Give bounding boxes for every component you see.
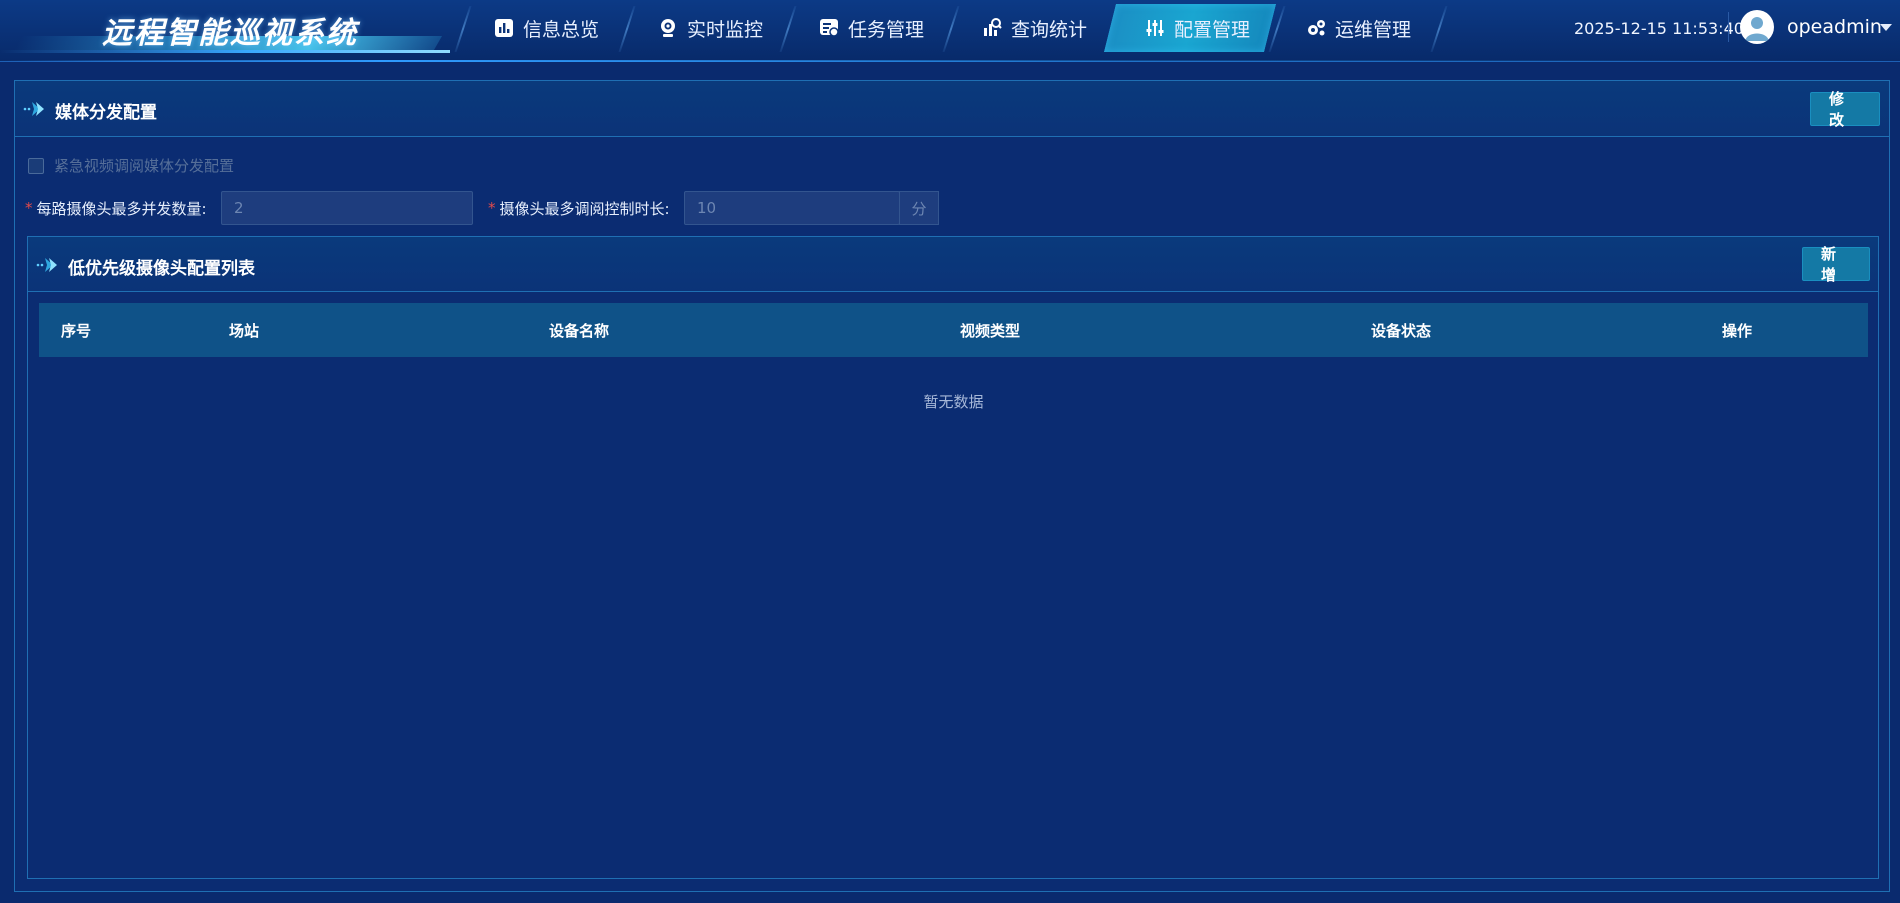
nav-divider — [779, 6, 797, 52]
gears-icon — [1308, 20, 1325, 36]
max-concurrent-row: * 每路摄像头最多并发数量: — [25, 191, 207, 225]
nav-item-label: 任务管理 — [848, 18, 925, 41]
nav-item-label: 配置管理 — [1174, 18, 1251, 41]
arrow-right-icon — [23, 102, 44, 116]
nav-divider — [942, 6, 960, 52]
column-header-video-type: 视频类型 — [960, 322, 1021, 340]
nav-item-label: 实时监控 — [687, 18, 764, 41]
stats-icon — [984, 18, 1002, 36]
checkbox-label: 紧急视频调阅媒体分发配置 — [54, 157, 235, 175]
sub-panel-title: 低优先级摄像头配置列表 — [68, 259, 255, 279]
nav-item-label: 运维管理 — [1335, 18, 1412, 41]
nav-item-label: 信息总览 — [523, 18, 600, 41]
column-header-index: 序号 — [61, 322, 92, 340]
nav-item-monitor[interactable]: 实时监控 — [658, 4, 763, 52]
nav-item-overview[interactable]: 信息总览 — [494, 4, 599, 52]
column-header-device-name: 设备名称 — [549, 322, 610, 340]
chevron-down-icon[interactable] — [1880, 24, 1892, 31]
nav-divider — [618, 6, 636, 52]
datetime-display: 2025-12-15 11:53:40 — [1574, 19, 1744, 38]
modify-button[interactable]: 修 改 — [1810, 90, 1880, 129]
column-header-station: 场站 — [229, 322, 260, 340]
max-concurrent-input[interactable]: 2 — [221, 191, 473, 225]
max-duration-input[interactable]: 10 — [684, 191, 900, 225]
table-header: 序号 场站 设备名称 视频类型 设备状态 操作 — [39, 303, 1868, 357]
empty-table-message: 暂无数据 — [923, 393, 984, 411]
panel-title: 媒体分发配置 — [55, 103, 157, 123]
nav-divider — [1430, 6, 1448, 52]
arrow-right-icon — [36, 258, 57, 272]
nav-item-config[interactable]: 配置管理 — [1145, 4, 1250, 52]
emergency-config-checkbox-row[interactable]: 紧急视频调阅媒体分发配置 — [28, 155, 234, 176]
column-header-device-status: 设备状态 — [1371, 322, 1432, 340]
max-duration-row: * 摄像头最多调阅控制时长: — [488, 191, 670, 225]
column-header-actions: 操作 — [1722, 322, 1753, 340]
top-bar: 远程智能巡视系统 信息总览 实时监控 任务管理 查询统计 配置管理 运维管理 2… — [0, 0, 1900, 62]
add-button[interactable]: 新 增 — [1802, 245, 1870, 284]
avatar[interactable] — [1740, 10, 1774, 44]
max-duration-label: 摄像头最多调阅控制时长: — [499, 199, 670, 218]
duration-unit: 分 — [899, 191, 939, 225]
max-concurrent-label: 每路摄像头最多并发数量: — [36, 199, 207, 218]
sliders-icon — [1146, 20, 1164, 36]
media-config-panel: 媒体分发配置 修 改 紧急视频调阅媒体分发配置 * 每路摄像头最多并发数量: 2… — [14, 80, 1890, 892]
required-mark: * — [488, 199, 496, 217]
user-icon — [1745, 17, 1769, 41]
emergency-config-checkbox[interactable] — [28, 157, 44, 174]
low-priority-camera-panel: 低优先级摄像头配置列表 新 增 序号 场站 设备名称 视频类型 设备状态 操作 … — [27, 236, 1879, 879]
nav-item-statistics[interactable]: 查询统计 — [982, 4, 1087, 52]
header-divider — [1728, 12, 1729, 42]
required-mark: * — [25, 199, 33, 217]
logo: 远程智能巡视系统 — [0, 0, 460, 62]
panel-header: 媒体分发配置 修 改 — [15, 81, 1889, 137]
bar-chart-icon — [495, 19, 513, 37]
sub-panel-header: 低优先级摄像头配置列表 新 增 — [28, 237, 1878, 292]
app-title: 远程智能巡视系统 — [102, 16, 358, 51]
username[interactable]: opeadmin — [1787, 16, 1882, 38]
nav-item-tasks[interactable]: 任务管理 — [819, 4, 924, 52]
nav-item-maintenance[interactable]: 运维管理 — [1306, 4, 1411, 52]
camera-table: 序号 场站 设备名称 视频类型 设备状态 操作 暂无数据 — [39, 303, 1868, 411]
nav-item-label: 查询统计 — [1011, 18, 1088, 41]
webcam-icon — [661, 19, 675, 37]
task-icon — [820, 19, 839, 37]
